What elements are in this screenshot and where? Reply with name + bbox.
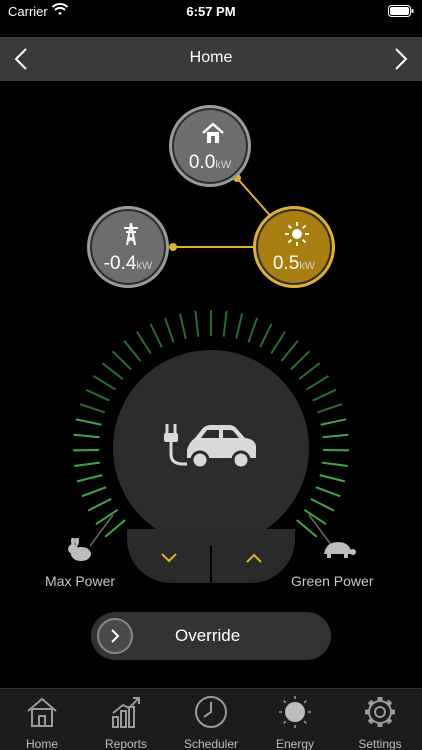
gauge-tick [85,388,110,402]
grid-node[interactable]: -0.4kW [87,206,169,288]
gear-icon [365,697,395,727]
gauge-tick [235,313,244,340]
nav-bar: Home [0,37,422,81]
gauge-tick [259,323,273,348]
clock-icon [195,696,227,728]
gauge-tick [247,317,259,343]
power-tower-icon [124,222,138,246]
override-slider[interactable]: Override [91,612,331,660]
gauge-tick [320,418,347,426]
gauge-tick [76,474,103,483]
gauge-tick [290,350,311,371]
gauge-tick [136,331,152,355]
sun-icon [285,222,309,246]
gauge-tick [92,375,117,391]
turtle-icon [324,542,356,558]
gauge-tick [319,474,346,483]
tab-home[interactable]: Home [0,691,84,750]
tab-label: Reports [104,737,148,750]
gauge-tick [149,323,163,348]
gauge-tick [280,340,299,362]
gauge-tick [163,317,175,343]
gauge-tick [111,350,132,371]
chevron-right-icon[interactable] [386,45,414,73]
battery-icon [388,5,414,17]
gauge-tick [73,433,100,439]
energy-flow: 0.0kW -0.4kW 0.5kW [0,81,422,311]
gauge-tick [322,433,349,439]
max-power-label: Max Power [45,573,116,589]
gauge-tick [315,486,341,498]
gauge-tick [270,331,286,355]
gauge-tick [87,497,112,512]
tab-energy[interactable]: Energy [253,691,337,750]
gauge-tick [298,362,321,380]
gauge-tick [305,375,330,391]
tab-reports[interactable]: Reports [84,691,168,750]
grid-value: -0.4 [103,253,137,274]
gauge-tick [123,340,142,362]
house-icon [27,697,57,727]
house-icon [202,122,224,143]
gauge-tick [178,313,187,340]
gauge-tick [79,403,106,414]
solar-node[interactable]: 0.5kW [253,206,335,288]
sun-icon [279,696,311,728]
bar-chart-icon [112,697,140,728]
car-button[interactable] [113,350,309,546]
gauge-tick [310,497,335,512]
gauge-tick [95,508,119,526]
home-value: 0.0 [188,152,216,173]
tab-scheduler[interactable]: Scheduler [169,691,253,750]
gauge-tick [222,310,228,337]
tab-label: Energy [275,737,315,750]
gauge-tick [75,418,102,426]
home-node[interactable]: 0.0kW [169,105,251,187]
page-title: Home [189,49,233,66]
gauge-tick [74,461,101,468]
home-unit: kW [215,159,232,171]
tab-bar: Home Reports Scheduler Energy Settings [0,688,422,750]
tab-label: Home [25,737,58,750]
gauge-tick [321,461,348,468]
gauge-tick [303,508,327,526]
tab-label: Settings [358,737,402,750]
chevron-down-icon [161,553,177,563]
grid-unit: kW [136,260,153,272]
charge-dial [0,300,422,600]
tab-settings[interactable]: Settings [338,691,422,750]
rabbit-icon [68,538,91,561]
chevron-up-icon [246,553,262,563]
gauge-tick [312,388,337,402]
override-knob[interactable] [97,618,133,654]
gauge-tick [81,486,107,498]
tab-label: Scheduler [183,737,239,750]
green-power-label: Green Power [291,573,374,589]
clock: 6:57 PM [186,4,236,19]
gauge-tick [194,310,200,337]
gauge-tick [101,362,124,380]
ev-car-icon [164,424,256,470]
solar-value: 0.5 [272,253,300,274]
solar-unit: kW [299,260,316,272]
chevron-right-icon [111,629,120,643]
override-label: Override [175,626,241,645]
gauge-tick [316,403,343,414]
status-bar: Carrier 6:57 PM [0,0,422,30]
